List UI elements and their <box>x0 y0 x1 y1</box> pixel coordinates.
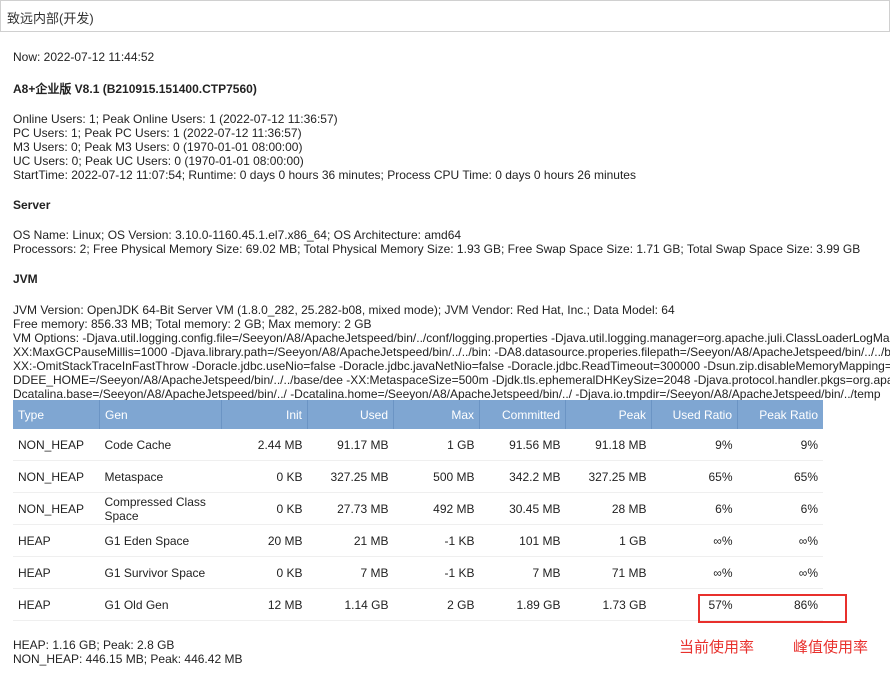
col-peak-header: Peak <box>565 400 652 429</box>
cell-init: 20 MB <box>221 524 308 557</box>
cell-peak-ratio: ∞% <box>737 524 823 557</box>
cell-type: NON_HEAP <box>13 492 100 525</box>
table-row: NON_HEAP Code Cache 2.44 MB 91.17 MB 1 G… <box>13 429 823 461</box>
cell-max: 2 GB <box>393 588 480 621</box>
cell-committed: 30.45 MB <box>479 492 566 525</box>
col-peak-ratio-header: Peak Ratio <box>737 400 823 429</box>
table-row: HEAP G1 Survivor Space 0 KB 7 MB -1 KB 7… <box>13 556 823 589</box>
cell-type: NON_HEAP <box>13 460 100 493</box>
cell-init: 0 KB <box>221 492 308 525</box>
cell-committed: 91.56 MB <box>479 429 566 461</box>
runtime-line: StartTime: 2022-07-12 11:07:54; Runtime:… <box>13 168 636 182</box>
cell-peak-ratio: 9% <box>737 429 823 461</box>
cell-committed: 101 MB <box>479 524 566 557</box>
cell-used: 327.25 MB <box>307 460 394 493</box>
cell-gen: Metaspace <box>99 460 222 493</box>
cell-peak-ratio: 6% <box>737 492 823 525</box>
table-header-row: Type Gen Init Used Max Committed Peak Us… <box>13 400 823 429</box>
cell-peak: 28 MB <box>565 492 652 525</box>
peak-ratio-annotation: 峰值使用率 <box>793 638 869 656</box>
cell-gen: Code Cache <box>99 429 222 461</box>
cell-peak: 1 GB <box>565 524 652 557</box>
col-init-header: Init <box>221 400 308 429</box>
users-line-uc: UC Users: 0; Peak UC Users: 0 (1970-01-0… <box>13 154 304 168</box>
cell-max: -1 KB <box>393 524 480 557</box>
vm-options-line-3: XX:-OmitStackTraceInFastThrow -Doracle.j… <box>13 359 890 373</box>
users-line-online: Online Users: 1; Peak Online Users: 1 (2… <box>13 112 338 126</box>
cell-used: 21 MB <box>307 524 394 557</box>
col-max-header: Max <box>393 400 480 429</box>
memory-pool-table: Type Gen Init Used Max Committed Peak Us… <box>13 400 823 621</box>
cell-peak: 71 MB <box>565 556 652 589</box>
cell-used: 27.73 MB <box>307 492 394 525</box>
cell-max: 1 GB <box>393 429 480 461</box>
col-type-header: Type <box>13 400 100 429</box>
cell-gen: Compressed Class Space <box>99 492 222 525</box>
used-ratio-annotation: 当前使用率 <box>679 638 755 656</box>
cell-committed: 1.89 GB <box>479 588 566 621</box>
server-memory-line: Processors: 2; Free Physical Memory Size… <box>13 242 861 256</box>
col-used-ratio-header: Used Ratio <box>651 400 738 429</box>
ratio-highlight-box <box>698 594 847 623</box>
cell-peak-ratio: ∞% <box>737 556 823 589</box>
cell-peak: 1.73 GB <box>565 588 652 621</box>
cell-used: 7 MB <box>307 556 394 589</box>
vm-options-line-2: XX:MaxGCPauseMillis=1000 -Djava.library.… <box>13 345 890 359</box>
cell-peak: 327.25 MB <box>565 460 652 493</box>
cell-committed: 7 MB <box>479 556 566 589</box>
jvm-memory-line: Free memory: 856.33 MB; Total memory: 2 … <box>13 317 372 331</box>
vm-options-line-5: Dcatalina.base=/Seeyon/A8/ApacheJetspeed… <box>13 387 881 401</box>
cell-used-ratio: ∞% <box>651 524 738 557</box>
cell-used: 91.17 MB <box>307 429 394 461</box>
cell-init: 0 KB <box>221 556 308 589</box>
cell-gen: G1 Old Gen <box>99 588 222 621</box>
server-heading: Server <box>13 198 51 212</box>
window-title: 致远内部(开发) <box>7 11 94 26</box>
cell-init: 0 KB <box>221 460 308 493</box>
col-committed-header: Committed <box>479 400 566 429</box>
jvm-heading: JVM <box>13 272 38 286</box>
jvm-version-line: JVM Version: OpenJDK 64-Bit Server VM (1… <box>13 303 675 317</box>
server-os-line: OS Name: Linux; OS Version: 3.10.0-1160.… <box>13 228 462 242</box>
col-used-header: Used <box>307 400 394 429</box>
vm-options-line-1: VM Options: -Djava.util.logging.config.f… <box>13 331 890 345</box>
cell-gen: G1 Eden Space <box>99 524 222 557</box>
users-line-pc: PC Users: 1; Peak PC Users: 1 (2022-07-1… <box>13 126 302 140</box>
cell-init: 12 MB <box>221 588 308 621</box>
users-line-m3: M3 Users: 0; Peak M3 Users: 0 (1970-01-0… <box>13 140 303 154</box>
heap-summary: HEAP: 1.16 GB; Peak: 2.8 GB <box>13 638 175 652</box>
cell-peak-ratio: 65% <box>737 460 823 493</box>
non-heap-summary: NON_HEAP: 446.15 MB; Peak: 446.42 MB <box>13 652 243 666</box>
product-version: A8+企业版 V8.1 (B210915.151400.CTP7560) <box>13 82 257 96</box>
cell-type: HEAP <box>13 588 100 621</box>
cell-committed: 342.2 MB <box>479 460 566 493</box>
vm-options-line-4: DDEE_HOME=/Seeyon/A8/ApacheJetspeed/bin/… <box>13 373 890 387</box>
current-time: Now: 2022-07-12 11:44:52 <box>13 50 155 64</box>
cell-used-ratio: 6% <box>651 492 738 525</box>
window-title-bar: 致远内部(开发) <box>0 0 890 32</box>
cell-type: HEAP <box>13 556 100 589</box>
cell-max: 492 MB <box>393 492 480 525</box>
cell-used-ratio: 65% <box>651 460 738 493</box>
cell-peak: 91.18 MB <box>565 429 652 461</box>
cell-used-ratio: 9% <box>651 429 738 461</box>
cell-max: -1 KB <box>393 556 480 589</box>
table-row: NON_HEAP Compressed Class Space 0 KB 27.… <box>13 492 823 525</box>
cell-used: 1.14 GB <box>307 588 394 621</box>
table-row: HEAP G1 Eden Space 20 MB 21 MB -1 KB 101… <box>13 524 823 557</box>
cell-used-ratio: ∞% <box>651 556 738 589</box>
col-gen-header: Gen <box>99 400 222 429</box>
cell-init: 2.44 MB <box>221 429 308 461</box>
cell-type: NON_HEAP <box>13 429 100 461</box>
cell-max: 500 MB <box>393 460 480 493</box>
cell-gen: G1 Survivor Space <box>99 556 222 589</box>
cell-type: HEAP <box>13 524 100 557</box>
table-row: NON_HEAP Metaspace 0 KB 327.25 MB 500 MB… <box>13 460 823 493</box>
